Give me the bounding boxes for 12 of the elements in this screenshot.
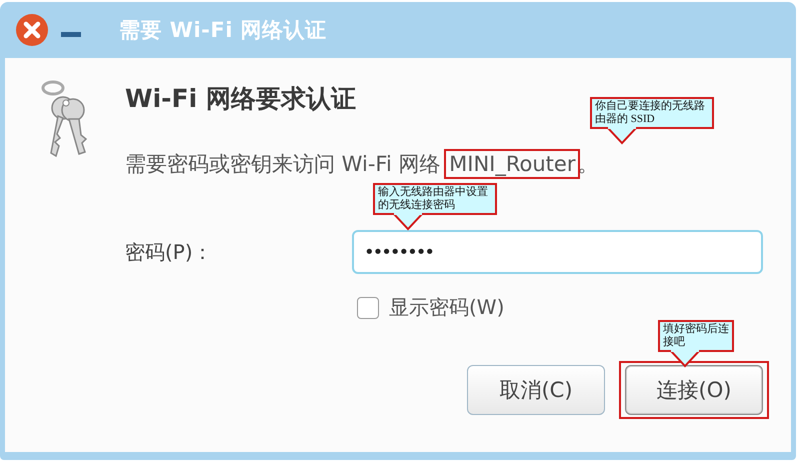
dialog-button[interactable]: 连接(O) [625,365,763,415]
dialog-button[interactable]: 取消(C) [467,365,605,415]
close-icon[interactable] [15,13,49,47]
window-title: 需要 Wi-Fi 网络认证 [119,17,327,44]
callout-pointer [391,213,425,231]
checkbox-label: 显示密码(W) [389,294,504,321]
password-field[interactable]: •••••••• [352,230,763,274]
password-label: 密码(P)： [125,238,214,266]
minimize-icon[interactable] [61,32,81,38]
dialog-heading: Wi-Fi 网络要求认证 [125,83,356,115]
callout-pointer [605,127,639,145]
checkbox[interactable] [357,296,379,318]
